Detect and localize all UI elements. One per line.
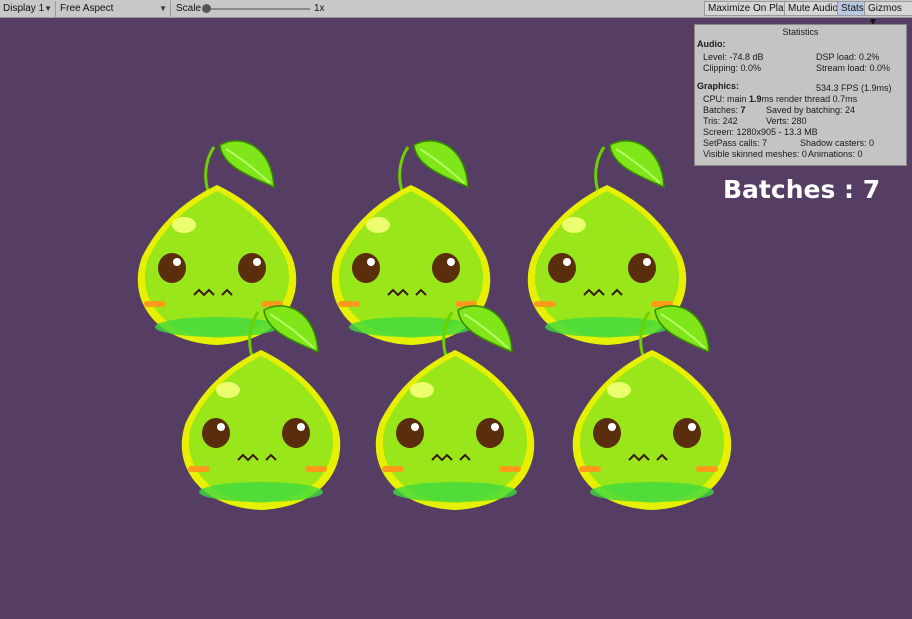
gizmos-button[interactable]: Gizmos ▼ xyxy=(864,1,912,28)
scale-slider-handle[interactable] xyxy=(202,4,211,13)
verts-readout: Verts: 280 xyxy=(766,116,807,126)
slime-sprite xyxy=(375,305,535,510)
skinned-meshes: Visible skinned meshes: 0 xyxy=(703,149,807,159)
cpu-prefix: CPU: main xyxy=(703,94,747,104)
audio-level: Level: -74.8 dB xyxy=(703,52,764,62)
animations-readout: Animations: 0 xyxy=(808,149,863,159)
fps-readout: 534.3 FPS (1.9ms) xyxy=(816,83,892,93)
chevron-down-icon: ▼ xyxy=(159,4,167,13)
setpass-readout: SetPass calls: 7 xyxy=(703,138,768,148)
graphics-header: Graphics: xyxy=(697,81,740,91)
cpu-main-value: 1.9 xyxy=(749,94,762,104)
chevron-down-icon: ▼ xyxy=(44,4,52,13)
audio-header: Audio: xyxy=(697,39,726,49)
stream-load: Stream load: 0.0% xyxy=(816,63,891,73)
batches-prefix: Batches: xyxy=(703,105,739,115)
scale-label: Scale xyxy=(176,3,202,14)
dsp-load: DSP load: 0.2% xyxy=(816,52,880,62)
screen-readout: Screen: 1280x905 - 13.3 MB xyxy=(703,127,818,137)
mute-audio-button[interactable]: Mute Audio xyxy=(784,1,843,16)
batches-overlay-label: Batches : 7 xyxy=(723,175,881,204)
batches-value: 7 xyxy=(740,105,746,115)
batches-readout: Batches: 7 xyxy=(703,105,746,115)
tris-readout: Tris: 242 xyxy=(703,116,738,126)
cpu-readout: CPU: main 1.9ms render thread 0.7ms xyxy=(703,94,857,104)
audio-clipping: Clipping: 0.0% xyxy=(703,63,762,73)
display-label: Display 1 xyxy=(3,3,45,14)
aspect-dropdown[interactable]: Free Aspect ▼ xyxy=(57,1,171,17)
shadow-casters: Shadow casters: 0 xyxy=(800,138,875,148)
stats-title: Statistics xyxy=(782,27,819,37)
slime-sprite xyxy=(572,305,732,510)
scale-slider-track[interactable] xyxy=(204,8,310,10)
scale-value: 1x xyxy=(314,3,325,14)
aspect-label: Free Aspect xyxy=(60,3,114,14)
gizmos-label: Gizmos xyxy=(868,3,902,14)
cpu-suffix: ms render thread 0.7ms xyxy=(761,94,858,104)
display-dropdown[interactable]: Display 1 ▼ xyxy=(0,1,56,17)
maximize-on-play-button[interactable]: Maximize On Play xyxy=(704,1,793,16)
game-view-toolbar: Display 1 ▼ Free Aspect ▼ Scale 1x Maxim… xyxy=(0,0,912,28)
saved-by-batching: Saved by batching: 24 xyxy=(766,105,856,115)
statistics-panel: Statistics Audio: Level: -74.8 dB DSP lo… xyxy=(694,24,907,166)
slime-sprite xyxy=(181,305,341,510)
